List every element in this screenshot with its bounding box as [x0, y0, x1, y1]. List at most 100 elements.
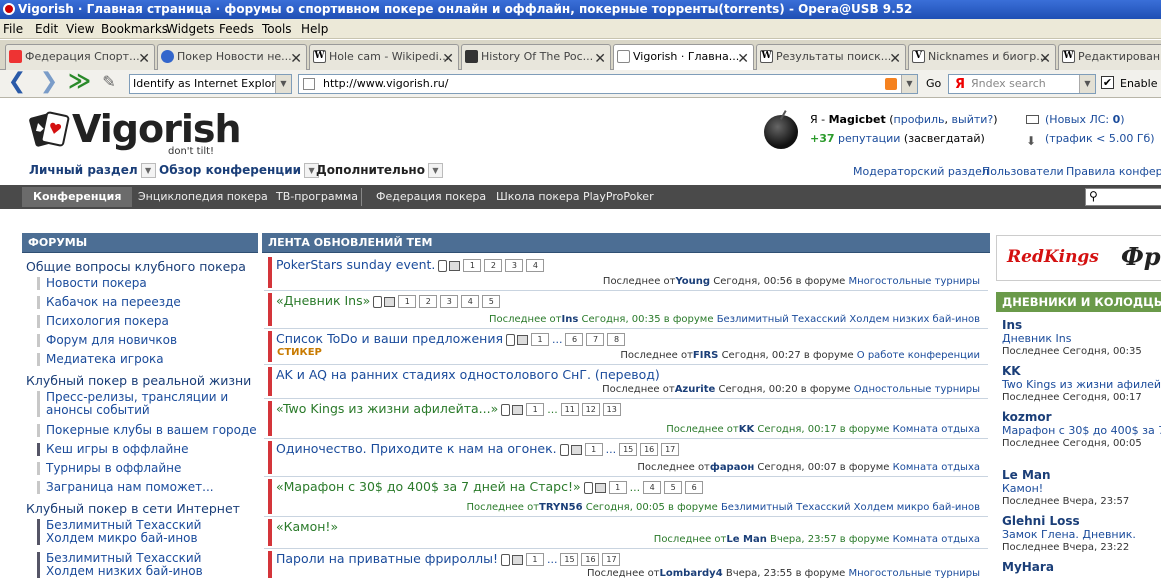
identify-as-select[interactable]: Identify as Internet Explorer ▼ — [129, 74, 292, 94]
close-icon[interactable]: ✕ — [594, 47, 606, 70]
diary-author[interactable]: Ins — [1002, 319, 1142, 332]
chevron-down-icon[interactable]: ▼ — [140, 163, 156, 178]
page-link[interactable]: 5 — [482, 295, 501, 308]
forum-section[interactable]: Общие вопросы клубного покера — [26, 259, 246, 274]
page-link[interactable]: 1 — [608, 481, 627, 494]
page-link[interactable]: 12 — [581, 403, 600, 416]
forum-link[interactable]: Турниры в оффлайне — [36, 462, 181, 475]
logout-link[interactable]: выйти? — [952, 113, 994, 126]
close-icon[interactable]: ✕ — [442, 47, 454, 70]
forward-icon[interactable]: ❯ — [38, 71, 60, 94]
page-link[interactable]: 3 — [440, 295, 459, 308]
page-link[interactable]: 1 — [526, 403, 545, 416]
forum-link[interactable]: Кабачок на переезде — [37, 296, 181, 309]
chevron-down-icon[interactable]: ▼ — [427, 163, 443, 178]
tab-3[interactable]: W Hole cam - Wikipedi... ✕ — [309, 44, 459, 70]
menu-help[interactable]: Help — [301, 22, 328, 36]
forum-link[interactable]: Многостольные турниры — [848, 568, 980, 578]
diary-link[interactable]: Дневник Ins — [1002, 332, 1142, 345]
menu-view[interactable]: View — [66, 22, 94, 36]
page-link[interactable]: 8 — [607, 333, 626, 346]
forum-link[interactable]: Безлимитный Техасский Холдем микро бай-и… — [37, 519, 246, 545]
last-post-user[interactable]: Ins — [562, 314, 579, 325]
page-link[interactable]: 1 — [463, 259, 482, 272]
tab-8[interactable]: WРедактирование — [1058, 44, 1161, 70]
forum-link[interactable]: Новости покера — [37, 277, 147, 290]
page-link[interactable]: 4 — [643, 481, 662, 494]
page-link[interactable]: 6 — [685, 481, 704, 494]
topic-link[interactable]: AK и AQ на ранних стадиях одностолового … — [276, 367, 660, 382]
tab-2[interactable]: Покер Новости не... ✕ — [157, 44, 307, 70]
page-link[interactable]: 13 — [602, 403, 621, 416]
menu-edit[interactable]: Edit — [35, 22, 58, 36]
site-logo[interactable]: Vigorish don't tilt! — [28, 107, 242, 159]
menu-feeds[interactable]: Feeds — [219, 22, 254, 36]
tab-5-active[interactable]: Vigorish · Главна... ✕ — [613, 44, 754, 71]
page-link[interactable]: 1 — [530, 333, 549, 346]
page-link[interactable]: 16 — [640, 443, 659, 456]
site-search-input[interactable]: ⚲ — [1085, 188, 1161, 206]
page-link[interactable]: 15 — [560, 553, 579, 566]
new-messages[interactable]: (Новых ЛС: 0) — [1045, 113, 1125, 126]
forum-link[interactable]: Комната отдыха — [893, 534, 980, 545]
go-button[interactable]: Go — [926, 77, 941, 90]
topic-link[interactable]: Список ToDo и ваши предложения — [276, 331, 503, 346]
page-link[interactable]: 1 — [584, 443, 603, 456]
menu-tools[interactable]: Tools — [262, 22, 292, 36]
forum-link[interactable]: Безлимитный Техасский Холдем низких бай-… — [37, 552, 246, 578]
menu-bookmarks[interactable]: Bookmarks — [101, 22, 168, 36]
close-icon[interactable]: ✕ — [889, 47, 901, 70]
forum-link[interactable]: Психология покера — [37, 315, 169, 328]
forum-link[interactable]: Покерные клубы в вашем городе — [37, 424, 257, 437]
page-link[interactable]: 5 — [664, 481, 683, 494]
close-icon[interactable]: ✕ — [138, 47, 150, 70]
profile-link[interactable]: профиль — [894, 113, 945, 126]
diary-link[interactable]: Марафон с 30$ до 400$ за 7 дней на Старс… — [1002, 424, 1161, 437]
forum-section[interactable]: Клубный покер в реальной жизни — [26, 373, 251, 388]
page-link[interactable]: 1 — [398, 295, 417, 308]
page-link[interactable]: 2 — [419, 295, 438, 308]
extra-menu[interactable]: Дополнительно ▼ — [316, 163, 443, 178]
redkings-banner[interactable]: RedKings Фри — [996, 235, 1161, 281]
reputation-link[interactable]: репутации — [838, 132, 900, 145]
close-icon[interactable]: ✕ — [737, 47, 749, 71]
username[interactable]: Magicbet — [829, 113, 886, 126]
last-post-user[interactable]: Le Man — [726, 534, 766, 545]
topic-link[interactable]: «Дневник Ins» — [276, 293, 370, 308]
review-menu[interactable]: Обзор конференции ▼ — [159, 163, 320, 178]
diary-author[interactable]: KK — [1002, 365, 1161, 378]
diary-author[interactable]: MyHara — [1002, 561, 1054, 574]
forum-link[interactable]: Пресс-релизы, трансляции и анонсы событи… — [37, 391, 236, 417]
diary-link[interactable]: Камон! — [1002, 482, 1129, 495]
page-link[interactable]: 6 — [565, 333, 584, 346]
forum-link[interactable]: Кеш игры в оффлайне — [37, 443, 189, 456]
nav-tv[interactable]: ТВ-программа — [276, 190, 358, 203]
rss-feed-icon[interactable] — [885, 78, 897, 90]
last-post-user[interactable]: TRYN56 — [539, 502, 583, 513]
forum-link[interactable]: Одностольные турниры — [854, 384, 980, 395]
diary-link[interactable]: Замок Глена. Дневник. — [1002, 528, 1136, 541]
topic-link[interactable]: «Two Kings из жизни афилейта...» — [276, 401, 498, 416]
fast-forward-icon[interactable]: ≫ — [68, 71, 91, 94]
search-field[interactable]: Я Яndex search ▼ — [948, 74, 1096, 94]
forum-section[interactable]: Клубный покер в сети Интернет — [26, 501, 240, 516]
last-post-user[interactable]: KK — [739, 424, 755, 435]
page-link[interactable]: 7 — [586, 333, 605, 346]
page-link[interactable]: 15 — [619, 443, 638, 456]
back-icon[interactable]: ❮ — [6, 71, 28, 94]
diary-author[interactable]: Le Man — [1002, 469, 1129, 482]
last-post-user[interactable]: Lombardy4 — [660, 568, 723, 578]
edit-pencil-icon[interactable]: ✎ — [98, 72, 120, 94]
enable-checkbox[interactable]: ✔ — [1101, 76, 1114, 89]
last-post-user[interactable]: фараон — [710, 462, 754, 473]
last-post-user[interactable]: Young — [675, 276, 710, 287]
topic-link[interactable]: Одиночество. Приходите к нам на огонек. — [276, 441, 557, 456]
close-icon[interactable]: ✕ — [1039, 47, 1051, 70]
topic-link[interactable]: «Камон!» — [276, 519, 338, 534]
nav-conference[interactable]: Конференция — [22, 187, 133, 207]
chevron-down-icon[interactable]: ▼ — [1079, 75, 1095, 93]
tab-7[interactable]: V Nicknames и биогр... ✕ — [908, 44, 1056, 70]
page-link[interactable]: 4 — [526, 259, 545, 272]
page-link[interactable]: 1 — [525, 553, 544, 566]
rules-link[interactable]: Правила конференции — [1066, 165, 1161, 178]
